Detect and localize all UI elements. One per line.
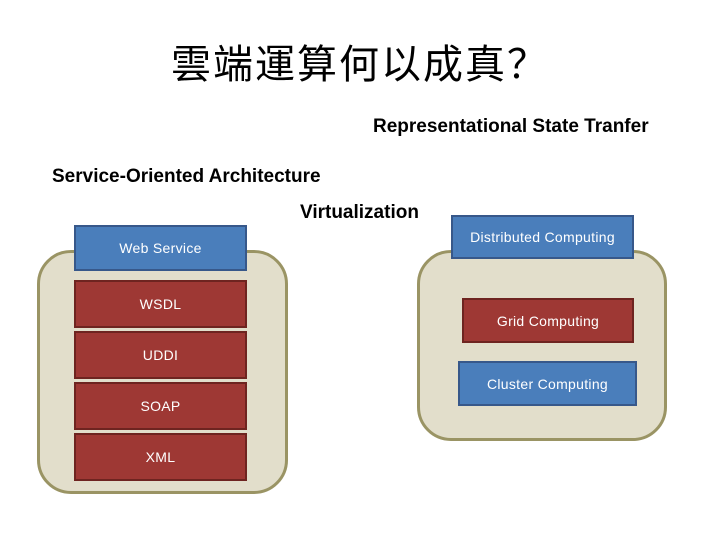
stack-item-grid-computing[interactable]: Grid Computing (462, 298, 634, 343)
label-service-oriented-architecture: Service-Oriented Architecture (52, 166, 321, 187)
stack-item-wsdl[interactable]: WSDL (74, 280, 247, 328)
stack-item-cluster-computing[interactable]: Cluster Computing (458, 361, 637, 406)
group-container-distributed-stack (417, 250, 667, 441)
stack-item-soap[interactable]: SOAP (74, 382, 247, 430)
stack-item-xml[interactable]: XML (74, 433, 247, 481)
stack-item-distributed-computing[interactable]: Distributed Computing (451, 215, 634, 259)
stack-item-web-service[interactable]: Web Service (74, 225, 247, 271)
slide-canvas: 雲端運算何以成真？ Representational State Tranfer… (0, 0, 720, 540)
page-title: 雲端運算何以成真？ (171, 42, 549, 88)
stack-item-uddi[interactable]: UDDI (74, 331, 247, 379)
label-virtualization: Virtualization (300, 202, 419, 223)
label-representational-state-transfer: Representational State Tranfer (373, 116, 649, 137)
